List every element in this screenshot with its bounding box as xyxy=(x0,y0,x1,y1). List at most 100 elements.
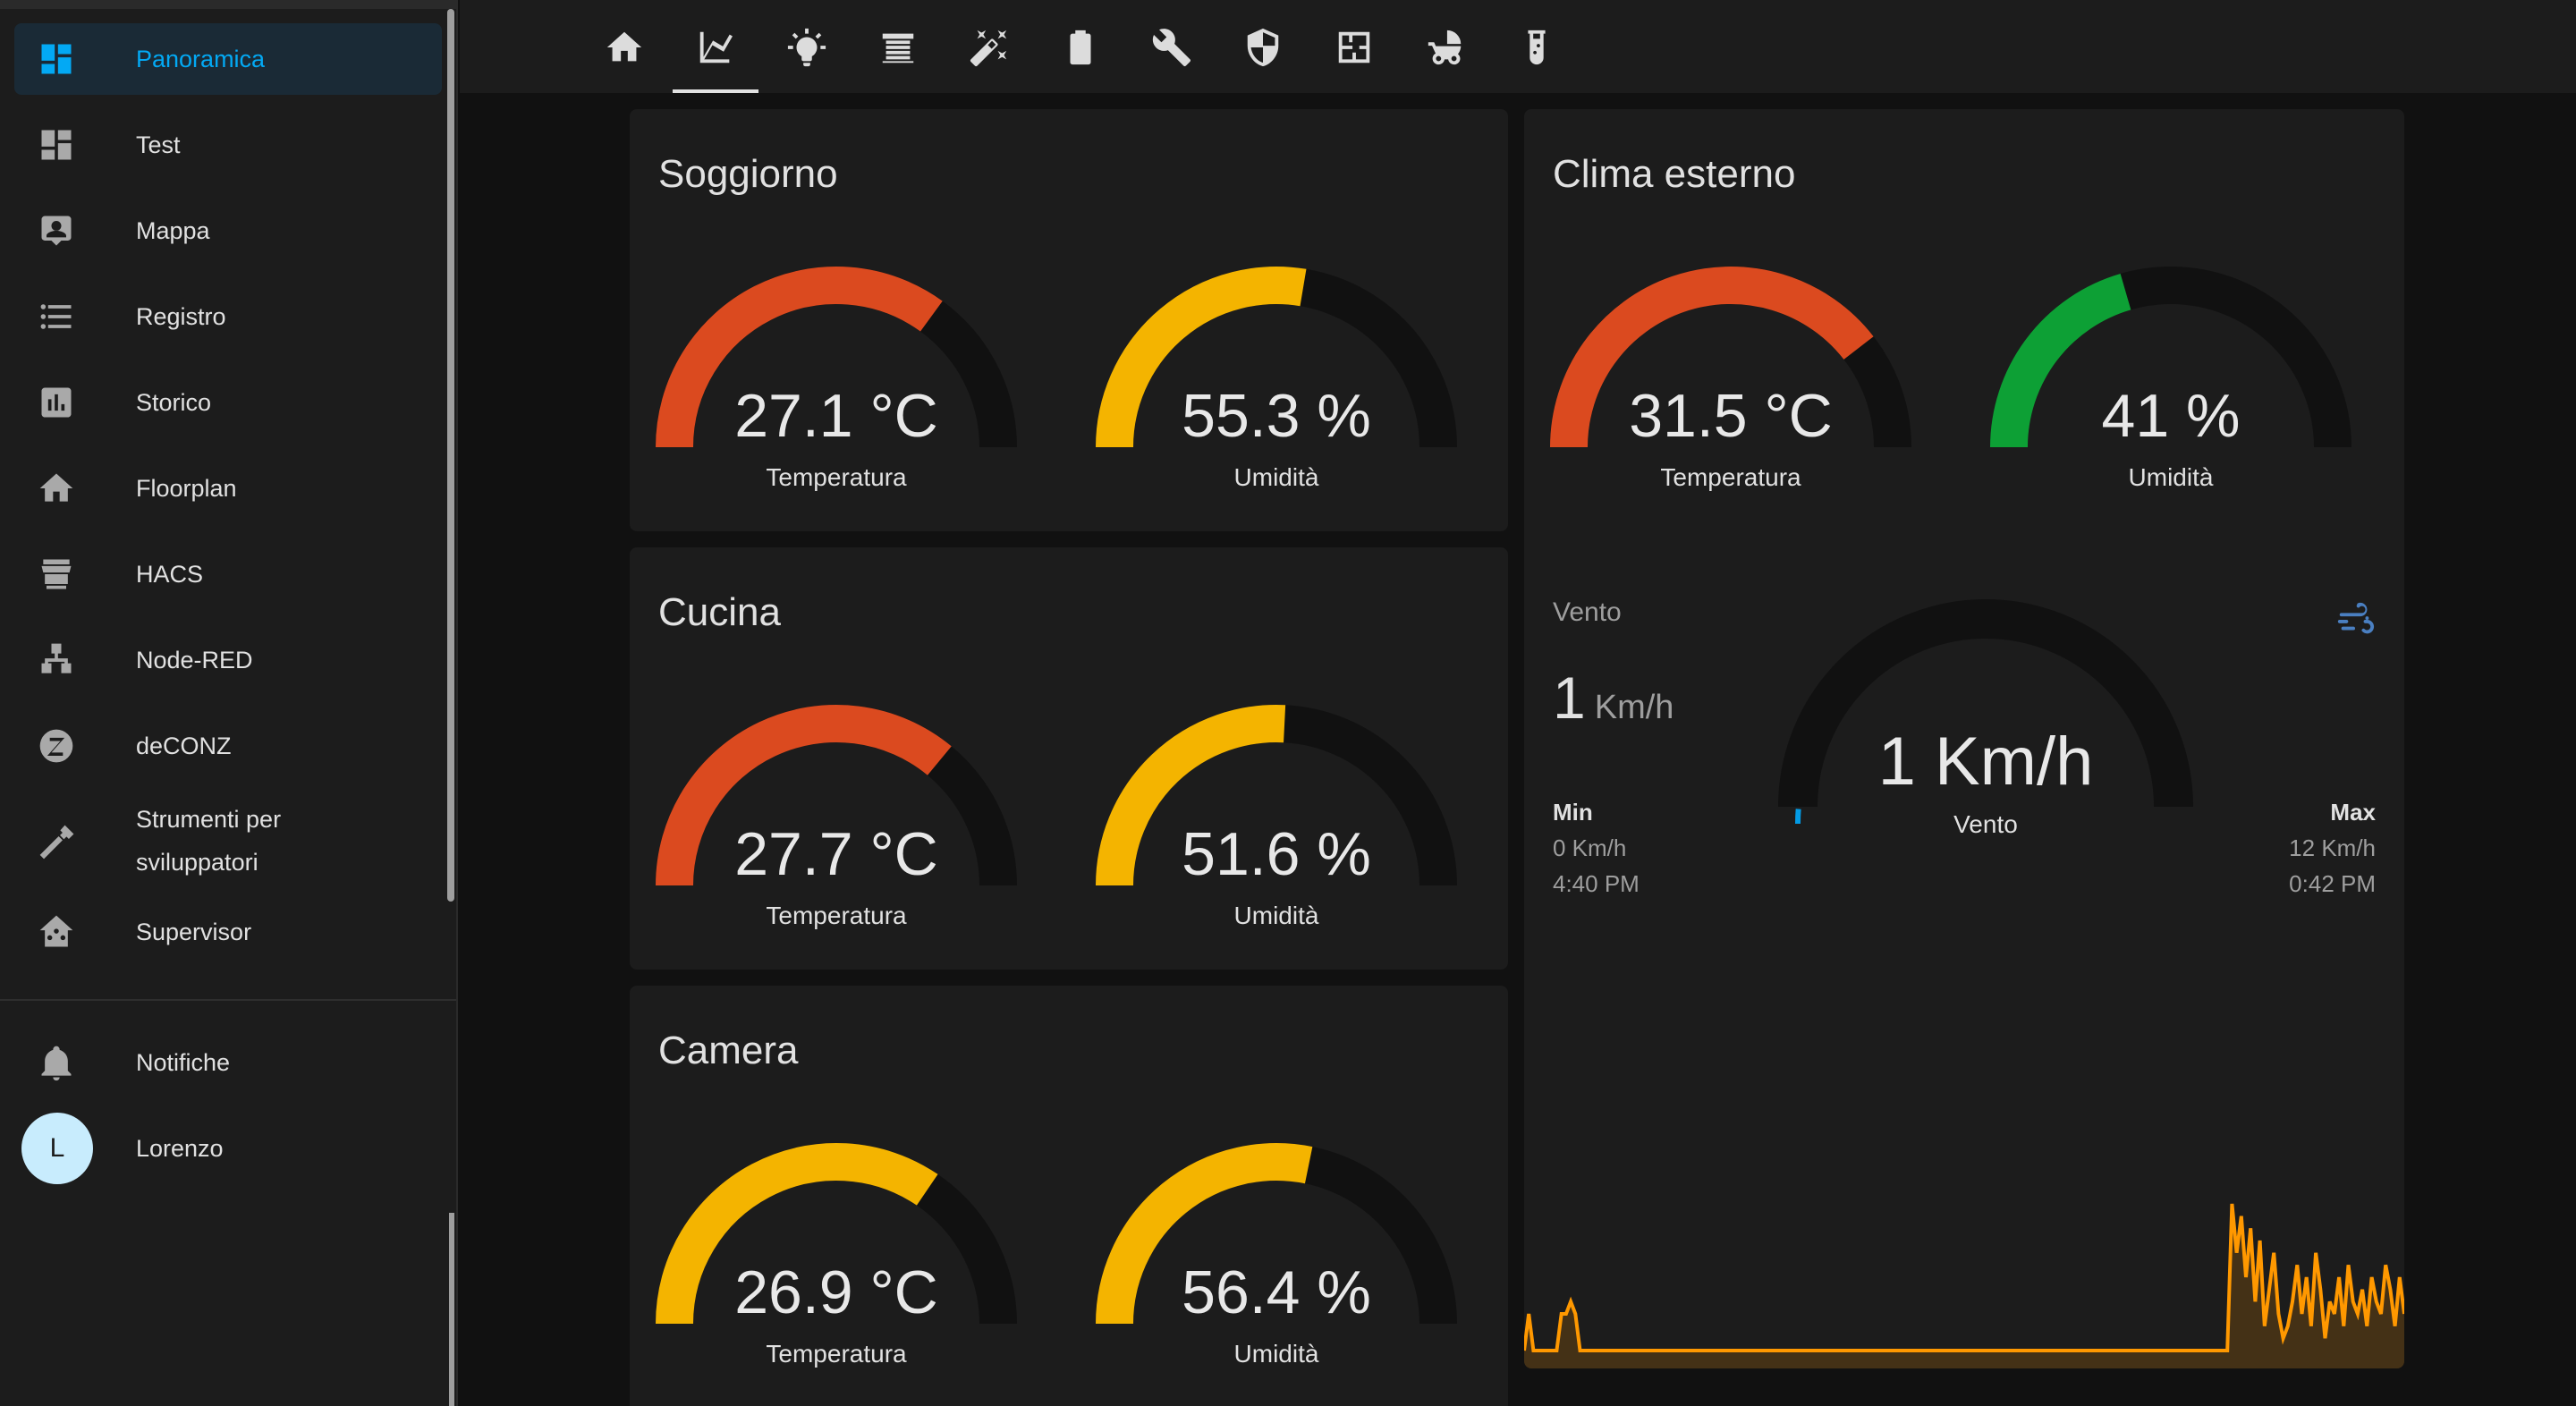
tab-security[interactable] xyxy=(1220,20,1306,97)
sidebar-scrollbar-lower[interactable] xyxy=(449,1213,454,1406)
gauge-value: 55.3 % xyxy=(1182,382,1371,450)
bell-icon xyxy=(36,1042,77,1083)
gauge-humidity[interactable]: 51.6 % Umidità xyxy=(1093,703,1460,936)
sparkline-area xyxy=(1524,1204,2404,1368)
sidebar-item-mappa[interactable]: Mappa xyxy=(14,195,442,267)
sidebar-top-border xyxy=(0,0,458,9)
tab-lights[interactable] xyxy=(764,20,850,97)
sidebar-divider xyxy=(0,999,456,1001)
gauge-temperature[interactable]: 27.7 °C Temperatura xyxy=(653,703,1020,936)
wind-history-chart[interactable] xyxy=(1524,1193,2404,1368)
tab-blinds[interactable] xyxy=(855,20,941,97)
gauge-humidity[interactable]: 55.3 % Umidità xyxy=(1093,265,1460,497)
sidebar-item-node-red[interactable]: Node-RED xyxy=(14,624,442,696)
hacs-store-icon xyxy=(36,554,77,595)
card-title: Cucina xyxy=(658,590,781,634)
tab-maintenance[interactable] xyxy=(1129,20,1215,97)
card-title: Soggiorno xyxy=(658,152,838,196)
tab-charts[interactable] xyxy=(673,20,758,97)
weather-windy-icon[interactable] xyxy=(2334,599,2376,640)
home-icon xyxy=(606,31,642,62)
min-time: 4:40 PM xyxy=(1553,870,1640,897)
sensor-min: Min 0 Km/h 4:40 PM xyxy=(1553,794,1640,902)
wrench-icon xyxy=(1152,29,1191,67)
gauge-label: Umidità xyxy=(2128,463,2214,491)
format-list-icon xyxy=(36,296,77,337)
gauge-value: 27.1 °C xyxy=(734,382,938,450)
sidebar-item-label: Supervisor xyxy=(136,919,252,945)
card-cucina: Cucina 27.7 °C Temperatura 51.6 % Umidit… xyxy=(630,547,1508,970)
sidebar-item-label: Notifiche xyxy=(136,1049,231,1076)
sitemap-icon xyxy=(36,639,77,681)
chart-box-icon xyxy=(36,382,77,423)
sidebar-item-test[interactable]: Test xyxy=(14,109,442,181)
sensor-value: 1 Km/h xyxy=(1553,664,1674,732)
sidebar-item-label: Floorplan xyxy=(136,475,237,502)
battery-icon xyxy=(1070,30,1091,65)
chart-line-icon xyxy=(699,31,733,64)
tab-home[interactable] xyxy=(581,20,667,97)
gauge-temperature[interactable]: 26.9 °C Temperatura xyxy=(653,1141,1020,1374)
gauge-value: 26.9 °C xyxy=(734,1258,938,1326)
blinds-icon xyxy=(882,33,914,64)
max-label: Max xyxy=(2330,799,2376,826)
sidebar-item-developer-tools[interactable]: Strumenti per sviluppatori xyxy=(14,796,442,889)
active-tab-indicator xyxy=(673,89,758,93)
sidebar-item-user[interactable]: L Lorenzo xyxy=(14,1113,442,1184)
gauge-temperature[interactable]: 27.1 °C Temperatura xyxy=(653,265,1020,497)
sidebar-item-label-line2: sviluppatori xyxy=(136,849,258,876)
sidebar-item-label: Strumenti per xyxy=(136,806,282,833)
account-box-icon xyxy=(36,210,77,251)
min-label: Min xyxy=(1553,799,1593,826)
test-tube-icon xyxy=(1528,30,1546,65)
gauge-label: Temperatura xyxy=(766,463,907,491)
card-title: Camera xyxy=(658,1029,799,1072)
gauge-humidity[interactable]: 56.4 % Umidità xyxy=(1093,1141,1460,1374)
sidebar-item-deconz[interactable]: deCONZ xyxy=(14,710,442,782)
view-tabs-bar xyxy=(460,0,2576,93)
shield-icon xyxy=(1247,28,1279,67)
sensor-card-title: Vento xyxy=(1553,597,1622,627)
min-value: 0 Km/h xyxy=(1553,834,1627,861)
gauge-label: Umidità xyxy=(1233,1340,1319,1368)
hammer-icon xyxy=(36,822,77,863)
card-soggiorno: Soggiorno 27.1 °C Temperatura 55.3 % Umi… xyxy=(630,109,1508,531)
tab-batteries[interactable] xyxy=(1038,20,1123,97)
sidebar-item-label: Storico xyxy=(136,389,212,416)
sidebar-item-floorplan[interactable]: Floorplan xyxy=(14,453,442,524)
max-time: 0:42 PM xyxy=(2289,870,2376,897)
sidebar-item-notifications[interactable]: Notifiche xyxy=(14,1027,442,1098)
sidebar-item-label: Lorenzo xyxy=(136,1135,224,1162)
avatar: L xyxy=(21,1113,93,1184)
tab-test[interactable] xyxy=(1494,20,1580,97)
sidebar-item-storico[interactable]: Storico xyxy=(14,367,442,438)
sidebar-item-hacs[interactable]: HACS xyxy=(14,538,442,610)
sidebar-scrollbar[interactable] xyxy=(447,9,454,902)
sidebar-item-label: HACS xyxy=(136,561,204,588)
home-assistant-icon xyxy=(36,911,77,953)
sensor-value-number: 1 xyxy=(1553,665,1586,731)
tab-floorplan[interactable] xyxy=(1311,20,1397,97)
gauge-value: 1 Km/h xyxy=(1877,724,2094,800)
sidebar-item-registro[interactable]: Registro xyxy=(14,281,442,352)
gauge-label: Temperatura xyxy=(766,902,907,929)
sidebar-item-label: Panoramica xyxy=(136,46,266,72)
sidebar-item-label: Registro xyxy=(136,303,226,330)
gauge-value: 41 % xyxy=(2101,382,2241,450)
lightbulb-icon xyxy=(787,28,826,67)
gauge-humidity[interactable]: 41 % Umidità xyxy=(1987,265,2354,497)
gauge-arc xyxy=(1778,599,2193,825)
gauge-value: 56.4 % xyxy=(1182,1258,1371,1326)
tab-automations[interactable] xyxy=(946,20,1032,97)
max-value: 12 Km/h xyxy=(2289,834,2376,861)
sidebar-item-supervisor[interactable]: Supervisor xyxy=(14,896,442,968)
gauge-temperature[interactable]: 31.5 °C Temperatura xyxy=(1547,265,1914,497)
sidebar-item-label: deCONZ xyxy=(136,733,232,759)
gauge-label: Vento xyxy=(1953,810,2018,838)
card-camera: Camera 26.9 °C Temperatura 56.4 % Umidit… xyxy=(630,986,1508,1406)
sidebar-item-panoramica[interactable]: Panoramica xyxy=(14,23,442,95)
tab-baby[interactable] xyxy=(1402,20,1488,97)
magic-wand-icon xyxy=(970,30,1007,67)
gauge-wind[interactable]: 1 Km/h Vento xyxy=(1773,592,2199,843)
floor-plan-icon xyxy=(1338,31,1370,64)
